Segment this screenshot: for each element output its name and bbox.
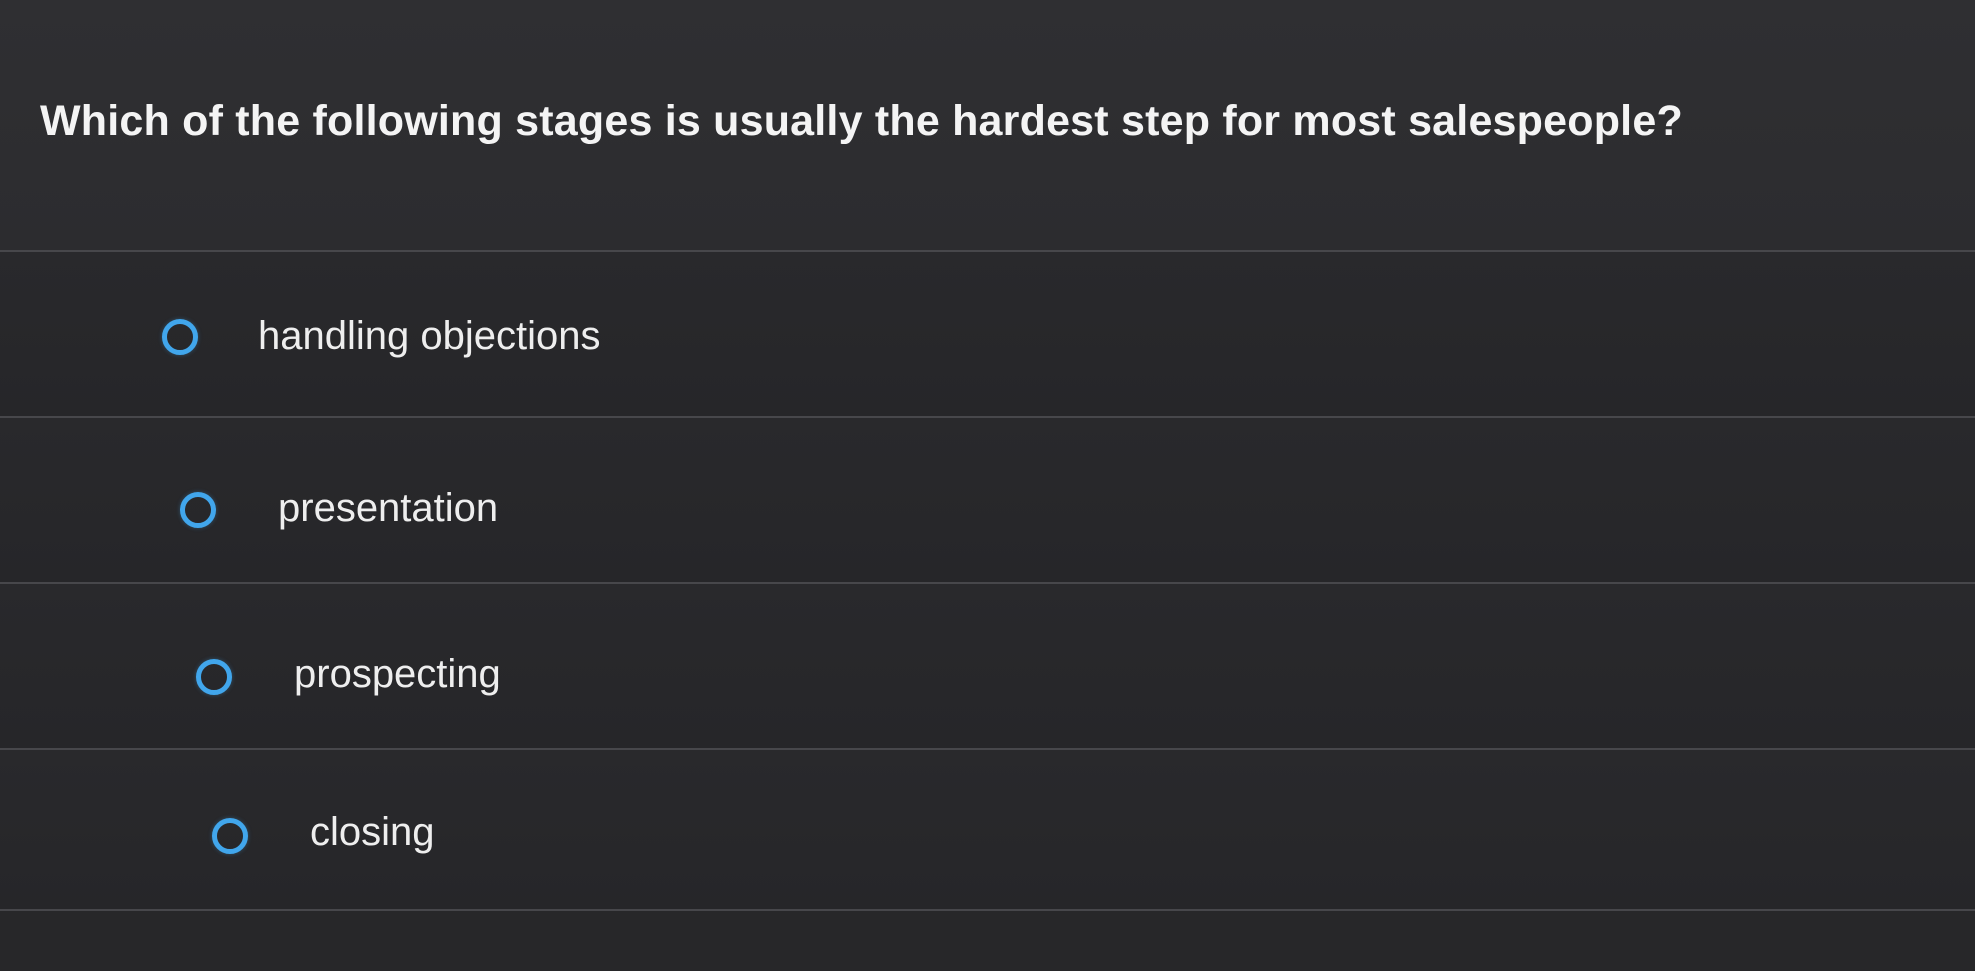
option-label: closing [310,810,435,854]
option-handling-objections[interactable]: handling objections [0,250,1975,416]
radio-button-icon[interactable] [180,492,216,528]
option-presentation[interactable]: presentation [0,416,1975,582]
option-label: presentation [278,486,499,530]
radio-button-icon[interactable] [196,659,232,695]
option-prospecting[interactable]: prospecting [0,582,1975,748]
option-label: prospecting [294,652,501,696]
option-label: handling objections [258,314,601,358]
radio-button-icon[interactable] [212,818,248,854]
bottom-bar [0,909,1975,971]
option-closing[interactable]: closing [0,748,1975,914]
answer-options: handling objections presentation prospec… [0,0,1975,971]
radio-button-icon[interactable] [162,319,198,355]
